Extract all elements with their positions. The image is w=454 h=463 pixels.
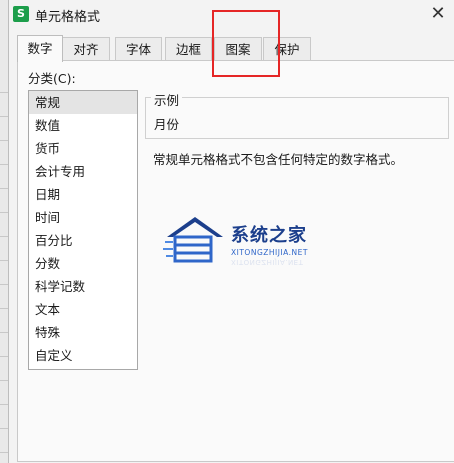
category-item-fraction[interactable]: 分数: [29, 252, 137, 275]
format-description: 常规单元格格式不包含任何特定的数字格式。: [153, 152, 404, 167]
sample-groupbox: [145, 97, 449, 139]
tab-number[interactable]: 数字: [17, 35, 63, 62]
category-item-general[interactable]: 常规: [29, 91, 137, 114]
sample-title: 示例: [151, 90, 183, 109]
category-item-special[interactable]: 特殊: [29, 321, 137, 344]
category-item-accounting[interactable]: 会计专用: [29, 160, 137, 183]
highlight-annotation-box: [212, 10, 280, 77]
category-item-time[interactable]: 时间: [29, 206, 137, 229]
sample-value: 月份: [154, 117, 180, 132]
watermark-domain: XITONGZHIJIA.NET: [231, 248, 308, 257]
category-item-text[interactable]: 文本: [29, 298, 137, 321]
tab-alignment[interactable]: 对齐: [62, 37, 110, 61]
tab-font[interactable]: 字体: [115, 37, 162, 61]
category-item-scientific[interactable]: 科学记数: [29, 275, 137, 298]
category-item-currency[interactable]: 货币: [29, 137, 137, 160]
category-label: 分类(C):: [28, 71, 76, 86]
watermark-name: 系统之家: [231, 225, 307, 246]
site-watermark: 系统之家 XITONGZHIJIA.NET XITONGZHIJIA.NET: [161, 211, 321, 271]
format-cells-dialog: S 单元格格式 ✕ 数字 对齐 字体 边框 图案 保护 分类(C): 常规 数值…: [8, 0, 454, 463]
number-tab-panel: 分类(C): 常规 数值 货币 会计专用 日期 时间 百分比 分数 科学记数 文…: [17, 60, 454, 462]
tab-border[interactable]: 边框: [165, 37, 212, 61]
category-listbox[interactable]: 常规 数值 货币 会计专用 日期 时间 百分比 分数 科学记数 文本 特殊 自定…: [28, 90, 138, 370]
watermark-domain-reflection: XITONGZHIJIA.NET: [231, 258, 304, 266]
watermark-logo-icon: [163, 217, 223, 263]
dialog-title: 单元格格式: [35, 10, 101, 25]
category-item-number[interactable]: 数值: [29, 114, 137, 137]
wps-app-icon: S: [13, 6, 29, 22]
category-item-date[interactable]: 日期: [29, 183, 137, 206]
close-icon[interactable]: ✕: [427, 3, 449, 25]
category-item-custom[interactable]: 自定义: [29, 344, 137, 367]
category-item-percentage[interactable]: 百分比: [29, 229, 137, 252]
